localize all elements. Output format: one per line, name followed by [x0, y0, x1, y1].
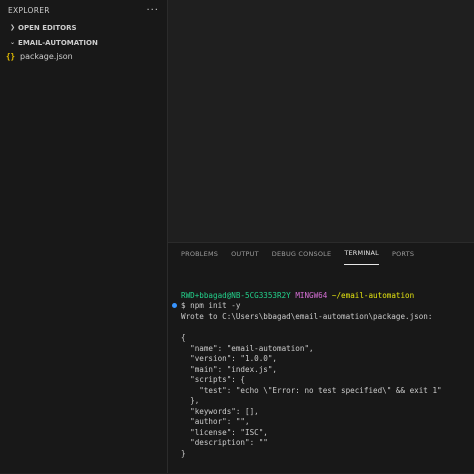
terminal-prompt: RWD+bbagad@NB-5CG3353R2Y MINGW64 ~/email…: [181, 291, 414, 302]
terminal-command: $ npm init -y: [181, 301, 241, 310]
terminal-line: "name": "email-automation",: [181, 343, 314, 353]
terminal-line: "license": "ISC",: [181, 427, 268, 437]
file-name: package.json: [20, 52, 73, 61]
terminal-line: "scripts": {: [181, 375, 246, 384]
editor-scrollbar[interactable]: [466, 0, 474, 242]
terminal-line: }: [181, 448, 186, 458]
terminal-line: "description": "": [181, 438, 268, 447]
project-folder-section[interactable]: ⌄ EMAIL-AUTOMATION: [0, 36, 167, 49]
terminal-line: "main": "index.js",: [181, 364, 278, 374]
open-editors-section[interactable]: ❯ OPEN EDITORS: [0, 21, 167, 34]
prompt-user: RWD+bbagad@NB-5CG3353R2Y: [181, 291, 291, 300]
prompt-path: ~/email-automation: [331, 291, 415, 300]
explorer-header: EXPLORER ···: [0, 1, 167, 19]
chevron-down-icon: ⌄: [10, 39, 16, 46]
terminal-line: Wrote to C:\Users\bbagad\email-automatio…: [181, 312, 433, 321]
more-actions-icon[interactable]: ···: [146, 5, 159, 16]
terminal-line: "keywords": [],: [181, 406, 259, 416]
terminal-line: "version": "1.0.0",: [181, 354, 278, 363]
prompt-env: MINGW64: [295, 291, 328, 300]
editor-area[interactable]: [168, 0, 474, 242]
command-decoration-icon[interactable]: [172, 303, 177, 308]
terminal-line: "test": "echo \"Error: no test specified…: [181, 385, 442, 395]
chevron-right-icon: ❯: [10, 24, 16, 31]
project-folder-label: EMAIL-AUTOMATION: [18, 38, 98, 47]
terminal-output[interactable]: RWD+bbagad@NB-5CG3353R2Y MINGW64 ~/email…: [168, 243, 474, 474]
json-file-icon: {}: [6, 52, 16, 61]
file-item-package-json[interactable]: {} package.json: [0, 50, 167, 63]
explorer-title: EXPLORER: [8, 5, 50, 15]
terminal-line: "author": "",: [181, 417, 250, 426]
bottom-panel: PROBLEMS OUTPUT DEBUG CONSOLE TERMINAL P…: [168, 242, 474, 473]
explorer-sidebar: EXPLORER ··· ❯ OPEN EDITORS ⌄ EMAIL-AUTO…: [0, 0, 168, 473]
terminal-line: },: [181, 396, 200, 405]
terminal-line: {: [181, 333, 186, 342]
open-editors-label: OPEN EDITORS: [18, 23, 77, 32]
